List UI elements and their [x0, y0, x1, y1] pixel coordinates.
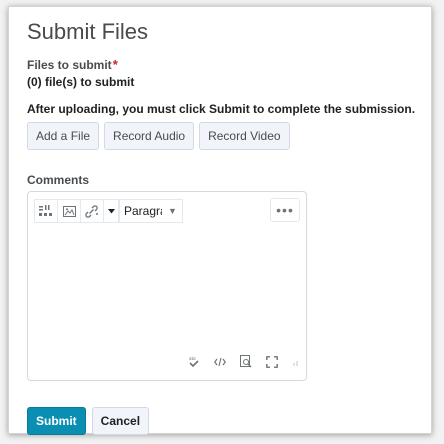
svg-text:abc: abc — [189, 356, 196, 361]
more-options-button[interactable]: ••• — [270, 198, 300, 222]
record-audio-button[interactable]: Record Audio — [104, 122, 195, 150]
submit-button[interactable]: Submit — [27, 407, 86, 435]
dialog-title: Submit Files — [27, 19, 149, 44]
cancel-button[interactable]: Cancel — [91, 407, 150, 435]
paragraph-format-select[interactable]: Paragraph ▼ — [119, 199, 183, 223]
files-to-submit-label: Files to submit* — [27, 57, 118, 72]
required-indicator: * — [112, 57, 118, 72]
comments-editor[interactable]: Paragraph ▼ ••• abc — [27, 191, 307, 381]
insert-stuff-icon[interactable] — [34, 199, 58, 223]
select-caret-icon: ▼ — [168, 206, 177, 216]
resize-handle-icon[interactable] — [292, 358, 300, 366]
comments-label: Comments — [27, 173, 90, 187]
file-count: (0) file(s) to submit — [27, 75, 135, 89]
source-code-icon[interactable] — [214, 357, 226, 367]
paragraph-select-value: Paragraph — [124, 204, 162, 218]
spellcheck-icon[interactable]: abc — [188, 356, 200, 368]
upload-button-row: Add a File Record Audio Record Video — [27, 122, 290, 150]
submit-files-dialog: Submit Files Files to submit* (0) file(s… — [8, 6, 432, 435]
fullscreen-icon[interactable] — [266, 355, 278, 368]
dialog-actions: Submit Cancel — [27, 407, 150, 435]
preview-icon[interactable] — [240, 355, 252, 368]
insert-image-icon[interactable] — [57, 199, 81, 223]
upload-notice: After uploading, you must click Submit t… — [27, 102, 416, 116]
editor-footer-tools: abc — [188, 355, 300, 368]
files-label-text: Files to submit — [27, 58, 112, 72]
chevron-down-icon[interactable] — [103, 199, 119, 223]
record-video-button[interactable]: Record Video — [199, 122, 290, 150]
add-file-button[interactable]: Add a File — [27, 122, 100, 150]
editor-toolbar: Paragraph ▼ — [34, 198, 183, 224]
insert-link-icon[interactable] — [80, 199, 104, 223]
